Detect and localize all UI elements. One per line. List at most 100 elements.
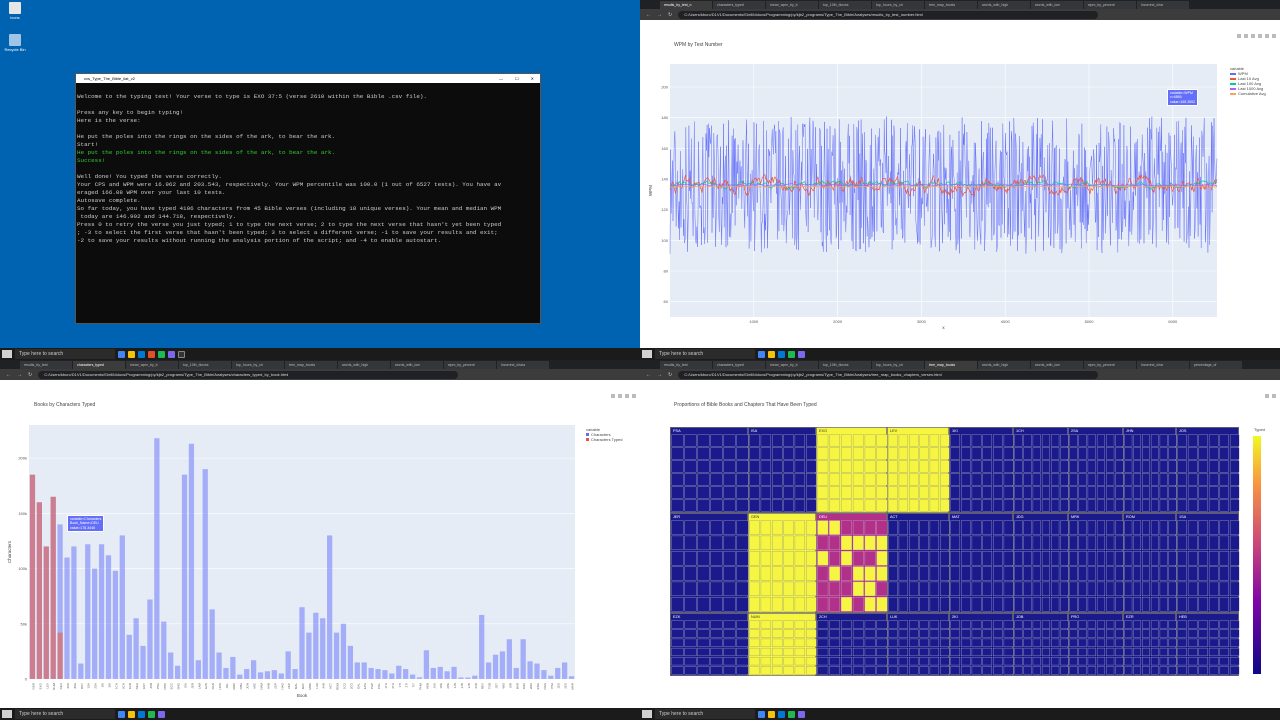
treemap-chapter[interactable] [1177,486,1187,499]
bar-typed[interactable] [57,632,63,679]
treemap-chapter[interactable] [982,629,993,638]
treemap-chapter[interactable] [1051,629,1060,638]
treemap-chapter[interactable] [1032,460,1041,473]
treemap-chapter[interactable] [1208,551,1219,566]
treemap-chapter[interactable] [961,629,971,638]
treemap-chapter[interactable] [1023,638,1032,647]
treemap-chapter[interactable] [841,434,852,447]
treemap-chapter[interactable] [1142,473,1150,486]
treemap-chapter[interactable] [971,629,982,638]
treemap-chapter[interactable] [1087,473,1096,486]
treemap-chapter[interactable] [1133,566,1142,581]
treemap-chapter[interactable] [1115,473,1124,486]
treemap-chapter[interactable] [950,486,961,499]
treemap-chapter[interactable] [1187,434,1198,447]
treemap-chapter[interactable] [961,566,971,581]
treemap-chapter[interactable] [806,666,817,675]
treemap-chapter[interactable] [940,434,950,447]
treemap-chapter[interactable] [919,597,929,612]
treemap-chapter[interactable] [1150,499,1159,512]
treemap-chapter[interactable] [1168,647,1177,657]
treemap-chapter[interactable] [760,520,772,535]
treemap-chapter[interactable] [1168,620,1177,629]
treemap-chapter[interactable] [1168,520,1177,535]
treemap-chapter[interactable] [710,581,723,597]
treemap-chapter[interactable] [1159,629,1168,638]
bar[interactable] [423,650,430,679]
treemap-chapter[interactable] [971,460,982,473]
treemap-chapter[interactable] [1014,566,1023,581]
treemap-chapter[interactable] [671,551,684,566]
treemap-chapter[interactable] [1003,666,1014,675]
treemap-chapter[interactable] [1124,638,1133,647]
treemap-chapter[interactable] [1078,620,1087,629]
treemap-chapter[interactable] [749,566,760,581]
treemap-chapter[interactable] [982,486,993,499]
treemap-chapter[interactable] [736,473,749,486]
bar[interactable] [437,666,443,679]
treemap-chapter[interactable] [1096,486,1106,499]
treemap-chapter[interactable] [841,447,852,460]
treemap-chapter[interactable] [1003,486,1014,499]
treemap-chapter[interactable] [1150,473,1159,486]
bar[interactable] [216,652,222,679]
treemap-chapter[interactable] [841,629,852,638]
treemap-chapter[interactable] [723,486,736,499]
treemap-chapter[interactable] [1229,657,1240,666]
treemap-chapter[interactable] [1060,535,1069,551]
treemap-chapter[interactable] [993,629,1003,638]
treemap-chapter[interactable] [1219,666,1229,675]
treemap-chapter[interactable] [1115,499,1124,512]
treemap-chapter[interactable] [1124,486,1133,499]
bar[interactable] [161,621,167,679]
treemap-chapter[interactable] [971,581,982,597]
treemap-chapter[interactable] [1124,657,1133,666]
treemap-chapter[interactable] [1159,460,1168,473]
treemap-chapter[interactable] [1060,551,1069,566]
treemap-chapter[interactable] [909,551,919,566]
treemap-chapter[interactable] [909,434,919,447]
treemap-chapter[interactable] [929,657,940,666]
treemap-chapter[interactable] [710,629,723,638]
treemap-chapter[interactable] [710,647,723,657]
treemap-chapter[interactable] [723,666,736,675]
treemap-chapter[interactable] [971,647,982,657]
treemap-chapter[interactable] [1187,657,1198,666]
treemap-chapter[interactable] [841,581,852,597]
treemap-chapter[interactable] [898,597,909,612]
treemap-chapter[interactable] [909,460,919,473]
treemap-chapter[interactable] [864,647,876,657]
treemap-chapter[interactable] [806,499,817,512]
treemap-chapter[interactable] [876,447,888,460]
treemap-chapter[interactable] [1229,535,1240,551]
treemap-chapter[interactable] [1041,597,1051,612]
treemap-chapter[interactable] [1177,581,1187,597]
treemap-chapter[interactable] [1032,597,1041,612]
treemap-chapter[interactable] [1060,666,1069,675]
treemap-chapter[interactable] [772,657,783,666]
treemap-chapter[interactable] [1078,597,1087,612]
treemap-chapter[interactable] [1041,447,1051,460]
treemap-chapter[interactable] [993,620,1003,629]
treemap-chapter[interactable] [1069,597,1078,612]
legend-item[interactable]: Cumulative Avg [1230,91,1266,96]
treemap-chapter[interactable] [817,581,829,597]
treemap-chapter[interactable] [829,535,841,551]
treemap-chapter[interactable] [1229,551,1240,566]
bar[interactable] [534,663,540,679]
treemap-chapter[interactable] [1087,486,1096,499]
treemap-chapter[interactable] [1142,447,1150,460]
treemap-chapter[interactable] [929,434,940,447]
treemap-chapter[interactable] [806,535,817,551]
treemap-chapter[interactable] [1032,434,1041,447]
treemap-chapter[interactable] [950,434,961,447]
treemap-chapter[interactable] [684,486,697,499]
treemap-chapter[interactable] [1150,597,1159,612]
treemap-chapter[interactable] [1124,447,1133,460]
treemap-chapter[interactable] [852,638,864,647]
treemap-chapter[interactable] [1168,629,1177,638]
treemap-chapter[interactable] [1014,486,1023,499]
treemap-chapter[interactable] [723,629,736,638]
treemap-chapter[interactable] [1078,520,1087,535]
treemap-chapter[interactable] [829,657,841,666]
